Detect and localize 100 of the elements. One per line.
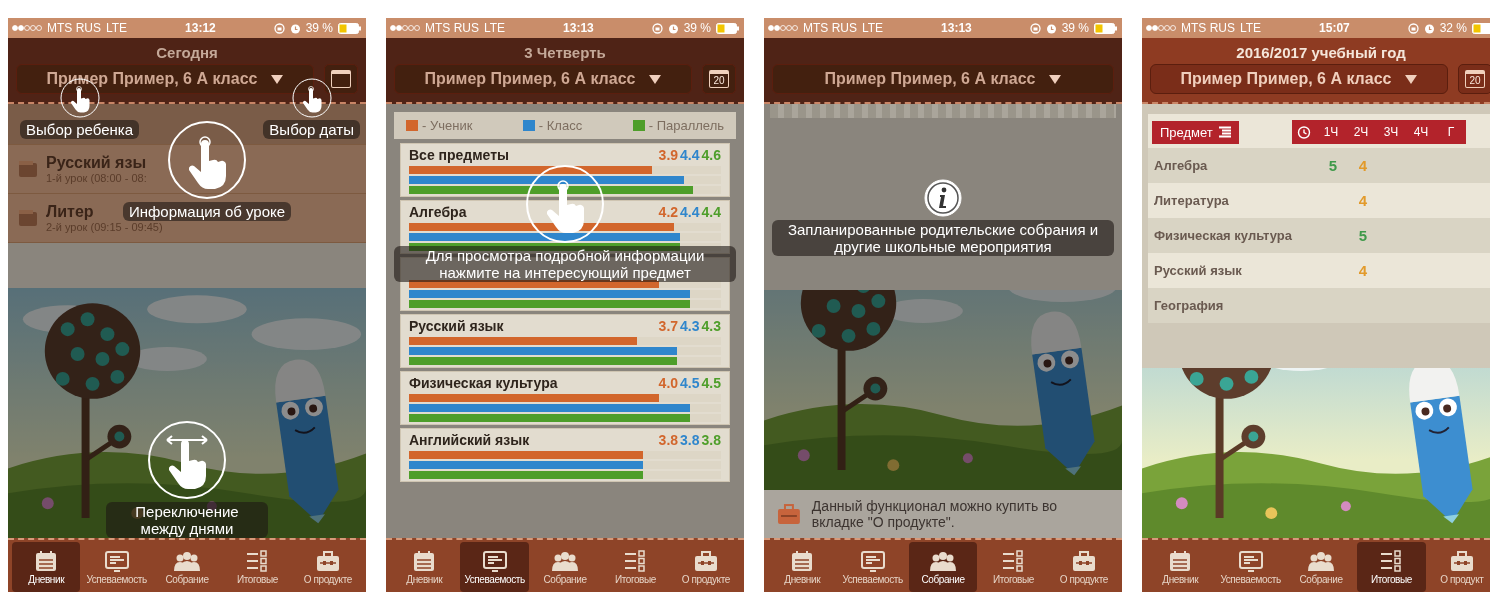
tap-hand-icon bbox=[167, 120, 247, 200]
grade-mark: 4 bbox=[1357, 192, 1369, 209]
tab-button[interactable]: Дневник bbox=[390, 542, 459, 592]
header-title: Сегодня bbox=[155, 43, 219, 63]
book-icon bbox=[18, 209, 38, 227]
average-value: 4.2 bbox=[658, 204, 679, 221]
subject-card[interactable]: Английский язык 3.83.8 3.8 bbox=[400, 428, 730, 482]
tab-button[interactable]: Успеваемость bbox=[838, 542, 907, 592]
average-value: 4.6 bbox=[701, 147, 721, 164]
rotation-lock-icon bbox=[1407, 22, 1419, 34]
people-icon bbox=[174, 549, 200, 572]
briefcase-icon bbox=[1070, 549, 1097, 572]
rotation-lock-icon bbox=[651, 22, 663, 34]
subject-name: Алгебра bbox=[1154, 158, 1209, 173]
lesson-subject: Русский язы bbox=[46, 154, 147, 172]
monitor-icon bbox=[481, 549, 508, 572]
average-value: 4.5 bbox=[701, 375, 721, 392]
battery-percent: 39 % bbox=[305, 21, 333, 35]
monitor-icon bbox=[1237, 549, 1264, 572]
tab-button[interactable]: О продукт bbox=[1427, 542, 1490, 592]
tab-button[interactable]: Итоговые bbox=[979, 542, 1048, 592]
subject-card[interactable]: Все предметы 3.94.44.6 bbox=[400, 143, 730, 197]
tab-button[interactable]: Итоговые bbox=[1357, 542, 1426, 592]
battery-icon bbox=[338, 22, 362, 34]
average-value: 4.4 bbox=[680, 204, 700, 221]
average-value: 4.3 bbox=[701, 318, 721, 335]
briefcase-icon bbox=[1448, 549, 1475, 572]
subject-name: География bbox=[1154, 298, 1225, 313]
clock-icon bbox=[1297, 125, 1311, 139]
tab-button[interactable]: Собрание bbox=[1286, 542, 1356, 592]
tab-button[interactable]: О продукте bbox=[671, 542, 741, 592]
rotation-lock-icon bbox=[1029, 22, 1041, 34]
subject-name: Русский язык bbox=[409, 318, 504, 335]
tab-button[interactable]: Собрание bbox=[530, 542, 600, 592]
hint-tooltip: Для просмотра подробной информации нажмите на интересующий предмет bbox=[394, 246, 736, 282]
carrier-name: MTS RUS bbox=[425, 21, 479, 35]
battery-icon bbox=[1094, 22, 1118, 34]
tab-button[interactable]: Успеваемость bbox=[460, 542, 529, 592]
legend-label: - Ученик bbox=[422, 118, 473, 133]
battery-percent: 39 % bbox=[683, 21, 711, 35]
student-dropdown[interactable]: Пример Пример, 6 А класс bbox=[394, 64, 692, 94]
subject-sort-button[interactable]: Предмет bbox=[1152, 120, 1239, 144]
tab-button[interactable]: О продукте bbox=[293, 542, 363, 592]
student-dropdown[interactable]: Пример Пример, 6 А класс bbox=[772, 64, 1114, 94]
signal-icon bbox=[768, 25, 798, 31]
tab-button[interactable]: Собрание bbox=[908, 542, 978, 592]
signal-icon bbox=[1146, 25, 1176, 31]
average-value: 4.5 bbox=[680, 375, 700, 392]
subject-card[interactable]: Русский язык 3.74.34.3 bbox=[400, 314, 730, 368]
list-icon bbox=[1218, 126, 1231, 138]
tab-button[interactable]: Итоговые bbox=[601, 542, 670, 592]
calendar-button[interactable]: 20 bbox=[1458, 64, 1490, 94]
average-value: 4.3 bbox=[680, 318, 700, 335]
column-header[interactable]: 1Ч bbox=[1316, 125, 1346, 139]
tab-button[interactable]: Успеваемость bbox=[1216, 542, 1285, 592]
briefcase-icon bbox=[314, 549, 341, 572]
tab-button[interactable]: Дневник bbox=[12, 542, 81, 592]
column-header[interactable]: 3Ч bbox=[1376, 125, 1406, 139]
header-title: 3 Четверть bbox=[523, 43, 607, 63]
caret-icon bbox=[271, 74, 284, 84]
tab-button[interactable]: О продукте bbox=[1049, 542, 1119, 592]
swipe-hand-icon bbox=[147, 420, 227, 500]
average-value: 3.8 bbox=[658, 432, 679, 449]
info-icon bbox=[923, 178, 963, 218]
student-dropdown[interactable]: Пример Пример, 6 А класс bbox=[16, 64, 314, 94]
tab-button[interactable]: Дневник bbox=[768, 542, 837, 592]
network-type: LTE bbox=[862, 21, 884, 35]
column-header[interactable]: 2Ч bbox=[1346, 125, 1376, 139]
tab-button[interactable]: Собрание bbox=[152, 542, 222, 592]
average-value: 3.9 bbox=[658, 147, 679, 164]
clock-time: 13:12 bbox=[185, 21, 216, 35]
grade-mark: 4 bbox=[1357, 262, 1369, 279]
subject-name: Физическая культура bbox=[409, 375, 558, 392]
alarm-icon bbox=[667, 22, 679, 34]
signal-icon bbox=[390, 25, 420, 31]
calendar-button[interactable]: 20 bbox=[702, 64, 736, 94]
average-value: 4.4 bbox=[701, 204, 721, 221]
caret-icon bbox=[1049, 74, 1062, 84]
network-type: LTE bbox=[484, 21, 506, 35]
book-icon bbox=[18, 160, 38, 178]
average-value: 4.0 bbox=[658, 375, 679, 392]
calendar-button[interactable] bbox=[324, 64, 358, 94]
battery-percent: 39 % bbox=[1061, 21, 1089, 35]
clock-time: 15:07 bbox=[1319, 21, 1350, 35]
subject-card[interactable]: Физическая культура 4.04.54.5 bbox=[400, 371, 730, 425]
subject-name: Литература bbox=[1154, 193, 1230, 208]
caret-icon bbox=[649, 74, 662, 84]
tab-button[interactable]: Итоговые bbox=[223, 542, 292, 592]
column-header[interactable]: 4Ч bbox=[1406, 125, 1436, 139]
grade-mark: 5 bbox=[1357, 227, 1369, 244]
caret-icon bbox=[1405, 74, 1418, 84]
tab-button[interactable]: Успеваемость bbox=[82, 542, 151, 592]
people-icon bbox=[930, 549, 956, 572]
tap-hand-icon bbox=[525, 164, 605, 244]
tab-button[interactable]: Дневник bbox=[1146, 542, 1215, 592]
average-value: 3.8 bbox=[701, 432, 721, 449]
student-dropdown[interactable]: Пример Пример, 6 А класс bbox=[1150, 64, 1448, 94]
people-icon bbox=[552, 549, 578, 572]
clock-time: 13:13 bbox=[563, 21, 594, 35]
column-header[interactable]: Г bbox=[1436, 125, 1466, 139]
